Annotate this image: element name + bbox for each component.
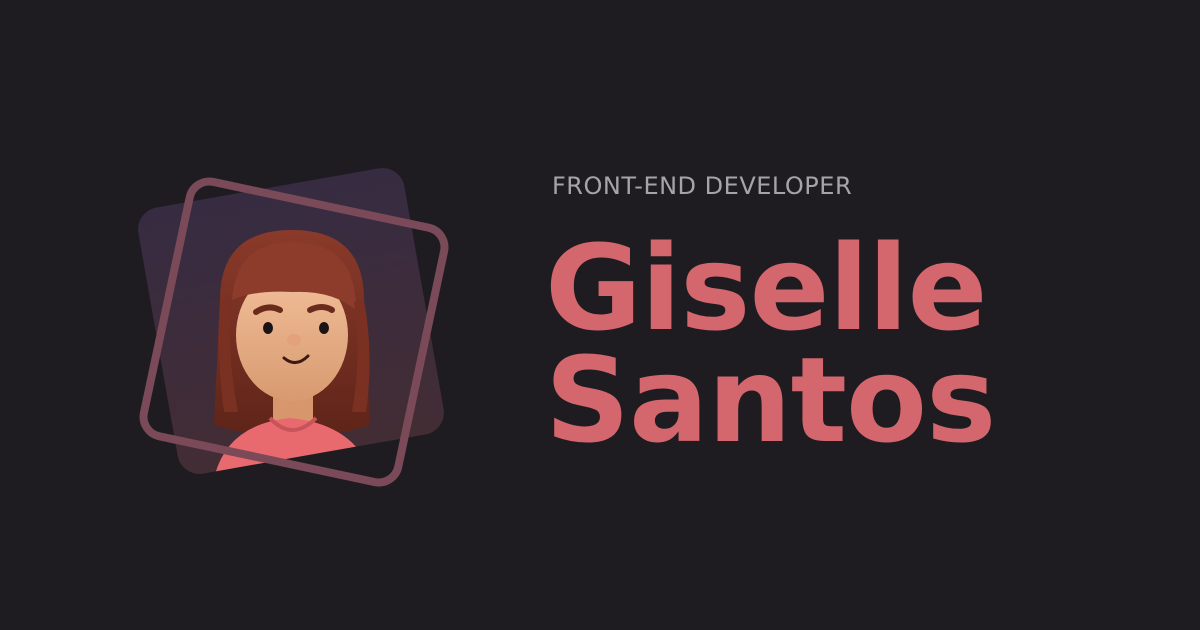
first-name: Giselle xyxy=(545,219,988,357)
avatar-illustration xyxy=(138,168,449,487)
last-name: Santos xyxy=(545,331,996,469)
role-label: FRONT-END DEVELOPER xyxy=(552,172,853,200)
avatar-block xyxy=(120,150,500,530)
profile-card: FRONT-END DEVELOPER Giselle Santos xyxy=(0,0,1200,630)
person-name: Giselle Santos xyxy=(545,219,996,469)
